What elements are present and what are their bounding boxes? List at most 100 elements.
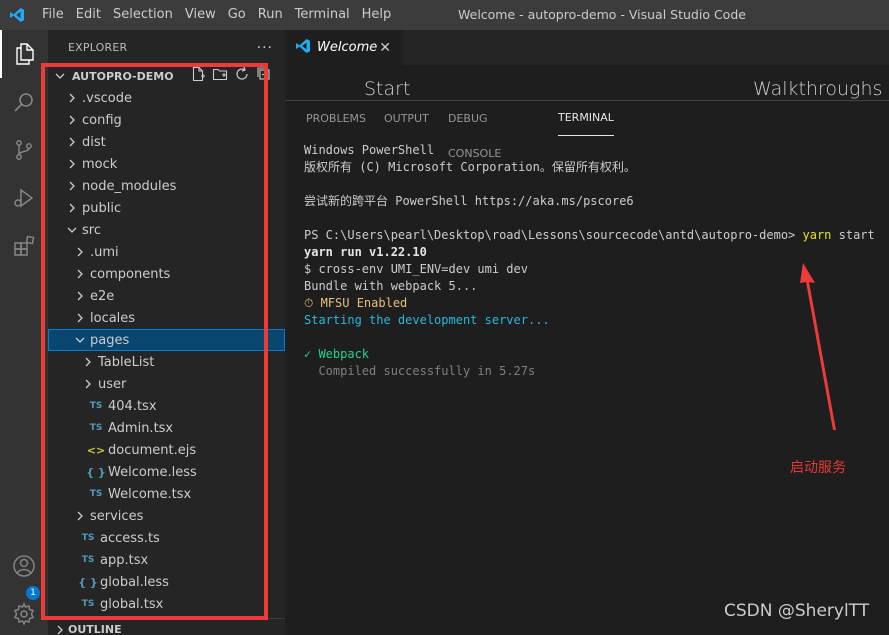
terminal-line: yarn run v1.22.10 <box>304 245 427 259</box>
extensions-icon[interactable] <box>0 222 48 270</box>
tree-file[interactable]: TS 404.tsx <box>48 395 285 417</box>
tree-folder[interactable]: pages <box>48 329 285 351</box>
workspace-title: AUTOPRO-DEMO <box>72 69 174 83</box>
account-icon[interactable] <box>0 542 48 590</box>
tab-debug-console[interactable]: DEBUG CONSOLE <box>448 101 501 160</box>
tree-item-label: src <box>82 222 101 238</box>
typescript-file-icon: TS <box>81 599 95 609</box>
tree-item-label: Welcome.less <box>108 464 197 480</box>
tree-item-label: Welcome.tsx <box>108 486 192 502</box>
run-debug-icon[interactable] <box>0 174 48 222</box>
menu-selection[interactable]: Selection <box>107 0 179 30</box>
tree-item-label: app.tsx <box>100 552 149 568</box>
tree-item-label: public <box>82 200 122 216</box>
chevron-right-icon <box>52 625 68 635</box>
tab-terminal[interactable]: TERMINAL <box>558 101 614 136</box>
terminal-line: $ cross-env UMI_ENV=dev umi dev <box>304 262 528 276</box>
more-actions-icon[interactable]: ··· <box>257 40 273 56</box>
terminal-command-arg: start <box>831 228 875 242</box>
terminal-line: Compiled successfully in 5.27s <box>304 364 536 378</box>
tree-file[interactable]: TS Welcome.tsx <box>48 483 285 505</box>
tree-file[interactable]: <> document.ejs <box>48 439 285 461</box>
menu-view[interactable]: View <box>179 0 222 30</box>
tree-folder[interactable]: e2e <box>48 285 285 307</box>
chevron-right-icon <box>64 203 80 213</box>
workspace-section-header[interactable]: AUTOPRO-DEMO <box>48 65 285 87</box>
tree-item-label: mock <box>82 156 118 172</box>
vscode-logo-icon <box>0 0 34 30</box>
terminal-line: ⏱ MFSU Enabled <box>304 296 408 310</box>
tree-item-label: TableList <box>98 354 155 370</box>
outline-title: OUTLINE <box>68 623 122 635</box>
tree-folder[interactable]: src <box>48 219 285 241</box>
tree-item-label: global.tsx <box>100 596 164 612</box>
tab-problems[interactable]: PROBLEMS <box>306 101 366 136</box>
tree-folder[interactable]: components <box>48 263 285 285</box>
tree-folder[interactable]: config <box>48 109 285 131</box>
tree-folder[interactable]: dist <box>48 131 285 153</box>
tree-folder[interactable]: mock <box>48 153 285 175</box>
settings-badge: 1 <box>26 586 40 600</box>
tree-item-label: e2e <box>90 288 115 304</box>
tree-file[interactable]: TS Admin.tsx <box>48 417 285 439</box>
menu-help[interactable]: Help <box>356 0 398 30</box>
new-file-icon[interactable] <box>190 66 206 86</box>
tree-item-label: services <box>90 508 144 524</box>
tree-item-label: locales <box>90 310 136 326</box>
tree-item-label: access.ts <box>100 530 160 546</box>
explorer-actions <box>190 65 272 87</box>
chevron-right-icon <box>80 357 96 367</box>
vscode-tab-icon <box>295 38 311 58</box>
file-tree: .vscode config dist mock node_modulespublic s… <box>48 87 285 615</box>
gear-icon[interactable] <box>0 590 48 635</box>
tree-item-label: node_modules <box>82 178 177 194</box>
tree-item-label: user <box>98 376 127 392</box>
tree-folder[interactable]: services <box>48 505 285 527</box>
window-title: Welcome - autopro-demo - Visual Studio C… <box>458 7 746 22</box>
source-control-icon[interactable] <box>0 126 48 174</box>
close-icon[interactable]: ✕ <box>379 40 391 56</box>
watermark: CSDN @SherylTT <box>724 601 870 621</box>
less-file-icon: { } <box>78 575 98 589</box>
menu-terminal[interactable]: Terminal <box>289 0 356 30</box>
search-icon[interactable] <box>0 78 48 126</box>
chevron-down-icon <box>64 225 80 235</box>
typescript-file-icon: TS <box>89 401 103 411</box>
tree-item-label: dist <box>82 134 106 150</box>
terminal-output[interactable]: Windows PowerShell 版权所有 (C) Microsoft Co… <box>304 142 875 380</box>
editor-tabs: Welcome ✕ <box>285 30 889 65</box>
menu-edit[interactable]: Edit <box>70 0 107 30</box>
tab-output[interactable]: OUTPUT <box>384 101 429 136</box>
chevron-right-icon <box>64 115 80 125</box>
menu-run[interactable]: Run <box>252 0 289 30</box>
chevron-right-icon <box>72 511 88 521</box>
collapse-all-icon[interactable] <box>256 66 272 86</box>
tree-file[interactable]: TS access.ts <box>48 527 285 549</box>
tree-file[interactable]: { } Welcome.less <box>48 461 285 483</box>
typescript-file-icon: TS <box>81 533 95 543</box>
menu-file[interactable]: File <box>34 0 70 30</box>
outline-section-header[interactable]: OUTLINE <box>48 618 285 635</box>
tree-folder[interactable]: user <box>48 373 285 395</box>
explorer-icon[interactable] <box>0 30 48 78</box>
new-folder-icon[interactable] <box>212 66 228 86</box>
tree-folder[interactable]: locales <box>48 307 285 329</box>
tree-folder[interactable]: public <box>48 197 285 219</box>
refresh-icon[interactable] <box>234 66 250 86</box>
terminal-line: Bundle with webpack 5... <box>304 279 478 293</box>
chevron-right-icon <box>72 247 88 257</box>
tree-folder[interactable]: .umi <box>48 241 285 263</box>
tree-file[interactable]: TS app.tsx <box>48 549 285 571</box>
explorer-sidebar: EXPLORER ··· AUTOPRO-DEMO .vscode config d… <box>48 30 285 635</box>
welcome-walkthroughs-heading: Walkthroughs <box>753 78 883 100</box>
tree-file[interactable]: TS global.tsx <box>48 593 285 615</box>
terminal-prompt: PS C:\Users\pearl\Desktop\road\Lessons\s… <box>304 228 803 242</box>
chevron-right-icon <box>64 137 80 147</box>
tree-folder[interactable]: node_modules <box>48 175 285 197</box>
tree-folder[interactable]: .vscode <box>48 87 285 109</box>
menu-go[interactable]: Go <box>222 0 252 30</box>
tree-folder[interactable]: TableList <box>48 351 285 373</box>
annotation-label: 启动服务 <box>790 460 846 476</box>
tab-welcome[interactable]: Welcome ✕ <box>285 30 403 65</box>
tree-file[interactable]: { } global.less <box>48 571 285 593</box>
